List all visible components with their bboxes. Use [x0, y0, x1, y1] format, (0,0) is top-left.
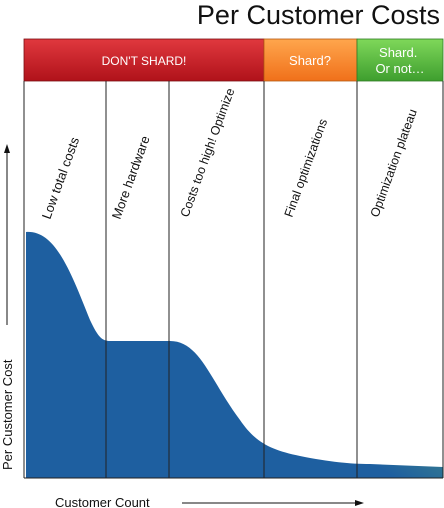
y-axis-arrowhead-icon — [4, 144, 10, 153]
x-axis-label: Customer Count — [55, 495, 150, 508]
band-label-shard-or-not: Shard. Or not… — [375, 45, 424, 76]
cost-curve-area — [26, 231, 443, 478]
band-label-dont-shard: DON'T SHARD! — [102, 54, 187, 68]
phase-label-low-total-costs: Low total costs — [39, 135, 83, 221]
phase-label-more-hardware: More hardware — [109, 134, 153, 221]
phase-label-final-optimizations: Final optimizations — [282, 117, 331, 219]
phase-label-costs-too-high: Costs too high! Optimize — [178, 86, 238, 219]
y-axis-label: Per Customer Cost — [0, 359, 15, 470]
cost-diagram: DON'T SHARD! Shard? Shard. Or not… Low t… — [0, 38, 444, 508]
phase-label-optimization-plateau: Optimization plateau — [368, 107, 420, 219]
band-label-shard-question: Shard? — [289, 53, 331, 68]
x-axis-arrowhead-icon — [355, 500, 364, 506]
